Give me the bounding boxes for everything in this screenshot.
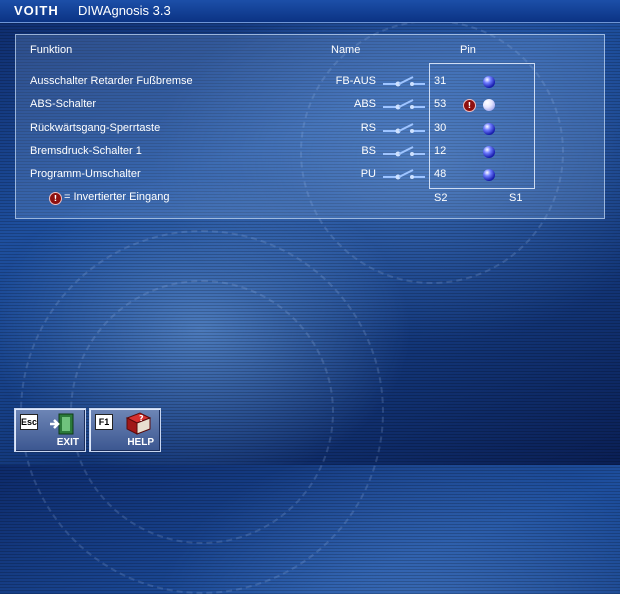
brand-logo: VOITH bbox=[14, 3, 59, 18]
switch-status-panel: Funktion Name Pin Ausschalter Retarder F… bbox=[15, 34, 605, 219]
pin-number: 31 bbox=[434, 75, 447, 87]
inverted-input-icon: ! bbox=[463, 99, 476, 112]
row-function: Bremsdruck-Schalter 1 bbox=[30, 145, 142, 157]
inverted-legend: = Invertierter Eingang bbox=[64, 191, 170, 203]
status-indicator-icon bbox=[483, 169, 495, 181]
switch-icon bbox=[383, 99, 425, 110]
s2-label: S2 bbox=[434, 192, 448, 204]
row-name: RS bbox=[360, 122, 376, 134]
help-label: HELP bbox=[127, 437, 154, 448]
f1-key-icon: F1 bbox=[95, 414, 113, 430]
help-book-icon: ? bbox=[125, 412, 152, 435]
pin-number: 48 bbox=[434, 168, 447, 180]
esc-key-icon: Esc bbox=[20, 414, 38, 430]
pin-number: 53 bbox=[434, 98, 447, 110]
switch-icon bbox=[383, 76, 425, 87]
help-button[interactable]: F1 ? HELP bbox=[89, 408, 161, 452]
status-indicator-icon bbox=[483, 123, 495, 135]
switch-icon bbox=[383, 146, 425, 157]
svg-text:?: ? bbox=[139, 414, 144, 423]
row-name: PU bbox=[360, 168, 376, 180]
row-function: Ausschalter Retarder Fußbremse bbox=[30, 75, 193, 87]
inverted-input-icon: ! bbox=[49, 192, 62, 205]
status-indicator-icon bbox=[483, 146, 495, 158]
row-function: Rückwärtsgang-Sperrtaste bbox=[30, 122, 161, 134]
status-indicator-icon bbox=[483, 99, 495, 111]
row-name: ABS bbox=[353, 98, 376, 110]
pin-number: 30 bbox=[434, 122, 447, 134]
title-bar: VOITH DIWAgnosis 3.3 bbox=[0, 0, 620, 23]
exit-label: EXIT bbox=[56, 437, 79, 448]
switch-icon bbox=[383, 123, 425, 134]
exit-door-icon bbox=[50, 413, 74, 435]
row-function: ABS-Schalter bbox=[30, 98, 97, 110]
pin-number: 12 bbox=[434, 145, 447, 157]
row-name: BS bbox=[361, 145, 376, 157]
switch-icon bbox=[383, 169, 425, 180]
row-function: Programm-Umschalter bbox=[30, 168, 141, 180]
column-header-name: Name bbox=[331, 44, 361, 56]
column-header-function: Funktion bbox=[30, 44, 73, 56]
s1-label: S1 bbox=[509, 192, 523, 204]
row-name: FB-AUS bbox=[335, 75, 376, 87]
status-indicator-icon bbox=[483, 76, 495, 88]
app-title: DIWAgnosis 3.3 bbox=[78, 3, 171, 18]
exit-button[interactable]: Esc EXIT bbox=[14, 408, 86, 452]
column-header-pin: Pin bbox=[460, 44, 476, 56]
